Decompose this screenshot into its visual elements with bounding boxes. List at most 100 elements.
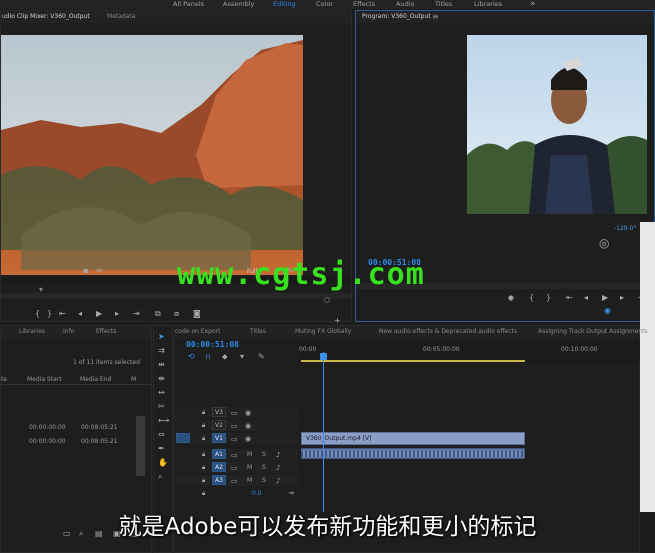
workspace-libraries[interactable]: Libraries: [474, 0, 502, 9]
prog-step-back-icon[interactable]: ◂: [584, 294, 588, 302]
slip-tool-icon[interactable]: ⟷: [158, 417, 169, 425]
slide-tool-icon[interactable]: ⇔: [158, 431, 165, 439]
timeline-settings-icon[interactable]: ▾: [240, 353, 244, 361]
lock-icon[interactable]: 🔒︎: [202, 477, 205, 485]
program-monitor-title[interactable]: Program: V360_Output: [362, 11, 431, 23]
playhead-handle[interactable]: [320, 353, 327, 360]
workspace-all-panels[interactable]: All Panels: [173, 0, 204, 9]
video-clip[interactable]: V360_Output.mp4 [V]: [301, 432, 525, 445]
zoom-tool-icon[interactable]: ⌕: [158, 473, 162, 481]
sync-lock-icon[interactable]: ▭: [231, 422, 238, 430]
lock-icon[interactable]: 🔒︎: [202, 464, 205, 472]
tab-effects[interactable]: Effects: [96, 326, 116, 338]
mark-in-icon[interactable]: {: [35, 310, 40, 318]
microphone-icon[interactable]: ♪: [276, 464, 280, 472]
column-media-start[interactable]: Media Start: [27, 376, 62, 383]
lock-icon[interactable]: 🔒︎: [202, 490, 205, 498]
sync-lock-icon[interactable]: ▭: [231, 464, 238, 472]
sync-lock-icon[interactable]: ▭: [231, 409, 238, 417]
linked-selection-icon[interactable]: ∩: [205, 353, 211, 361]
workspaces-more-icon[interactable]: »: [530, 0, 536, 9]
tab-audio-clip-mixer[interactable]: udio Clip Mixer: V360_Output: [2, 11, 90, 23]
audio-clip-a1[interactable]: [301, 448, 525, 459]
tab-new-audio-effects[interactable]: New audio effects & Deprecated audio eff…: [379, 326, 517, 338]
overwrite-icon[interactable]: ⧈: [174, 310, 179, 318]
camera-icon[interactable]: ◙: [193, 310, 201, 318]
column-date[interactable]: te: [1, 376, 7, 383]
sync-lock-icon[interactable]: ▭: [231, 477, 238, 485]
workspace-effects[interactable]: Effects: [353, 0, 375, 9]
sync-lock-icon[interactable]: ▭: [231, 435, 238, 443]
lock-icon[interactable]: 🔒︎: [202, 409, 205, 417]
solo-button[interactable]: S: [262, 451, 266, 458]
range-handle-icon[interactable]: ○: [324, 296, 330, 304]
settings-icon[interactable]: ⇔: [96, 267, 103, 275]
master-volume-value[interactable]: 0.0: [252, 490, 262, 497]
mute-button[interactable]: M: [247, 451, 252, 458]
lock-icon[interactable]: 🔒︎: [202, 435, 205, 443]
table-row[interactable]: 00:00:00:00 00:08:05:21: [1, 436, 135, 448]
timeline-timecode[interactable]: 00:00:51:08: [186, 340, 239, 349]
project-scrollbar[interactable]: [136, 416, 145, 476]
insert-icon[interactable]: ⧉: [155, 310, 161, 318]
playhead-marker-icon[interactable]: ▾: [39, 286, 43, 294]
workspace-titles[interactable]: Titles: [435, 0, 452, 9]
sync-lock-icon[interactable]: ▭: [231, 451, 238, 459]
play-icon[interactable]: ▶: [96, 310, 102, 318]
add-button-icon[interactable]: +: [334, 317, 341, 325]
zoom-icon[interactable]: ▪: [83, 267, 88, 275]
prog-play-icon[interactable]: ▶: [602, 294, 608, 302]
track-label-v1[interactable]: V1: [212, 433, 226, 443]
rate-stretch-tool-icon[interactable]: ↔: [158, 389, 165, 397]
workspace-assembly[interactable]: Assembly: [223, 0, 254, 9]
prog-mark-out-icon[interactable]: }: [546, 294, 551, 302]
solo-button[interactable]: S: [262, 464, 266, 471]
rolling-edit-tool-icon[interactable]: ⇼: [158, 375, 165, 383]
mute-button[interactable]: M: [247, 464, 252, 471]
track-label-v2[interactable]: V2: [212, 420, 226, 430]
time-ruler[interactable]: 00:00 00:05:00:00 00:10:00:00: [299, 340, 640, 362]
eye-icon[interactable]: ◉: [245, 409, 251, 417]
add-marker-icon[interactable]: ⬥: [508, 294, 514, 302]
prog-step-forward-icon[interactable]: ▸: [620, 294, 624, 302]
track-label-v3[interactable]: V3: [212, 407, 226, 417]
razor-tool-icon[interactable]: ✂: [158, 403, 165, 411]
track-label-a1[interactable]: A1: [212, 449, 226, 459]
go-to-end-icon[interactable]: ⇥: [288, 489, 294, 497]
source-scrubber[interactable]: [1, 293, 351, 299]
context-menu-strip[interactable]: [640, 222, 655, 512]
table-row[interactable]: 00:00:00:00 00:08:05:21: [1, 422, 135, 434]
selection-tool-icon[interactable]: ➤: [158, 333, 165, 341]
source-patch-v1[interactable]: [176, 433, 190, 443]
go-to-out-icon[interactable]: ⇥: [133, 310, 140, 318]
tab-metadata[interactable]: Metadata: [107, 11, 135, 23]
step-forward-icon[interactable]: ▸: [115, 310, 119, 318]
snap-icon[interactable]: ⟲: [188, 353, 195, 361]
tab-titles[interactable]: Titles: [250, 326, 266, 338]
track-select-tool-icon[interactable]: ⇉: [158, 347, 165, 355]
workspace-color[interactable]: Color: [316, 0, 333, 9]
ripple-edit-tool-icon[interactable]: ⇹: [158, 361, 165, 369]
track-label-a3[interactable]: A3: [212, 475, 226, 485]
step-back-icon[interactable]: ◂: [78, 310, 82, 318]
pen-tool-icon[interactable]: ✒: [158, 445, 165, 453]
tab-info[interactable]: Info: [63, 326, 74, 338]
go-to-in-icon[interactable]: ⇤: [59, 310, 66, 318]
workspace-editing[interactable]: Editing: [273, 0, 296, 9]
microphone-icon[interactable]: ♪: [276, 451, 280, 459]
column-media-end[interactable]: Media End: [80, 376, 111, 383]
lock-icon[interactable]: 🔒︎: [202, 422, 205, 430]
tab-track-output[interactable]: Assigning Track Output Assignments: [538, 326, 648, 338]
mark-out-icon[interactable]: }: [47, 310, 52, 318]
track-label-a2[interactable]: A2: [212, 462, 226, 472]
prog-go-to-in-icon[interactable]: ⇤: [566, 294, 573, 302]
mute-button[interactable]: M: [247, 477, 252, 484]
prog-mark-in-icon[interactable]: {: [529, 294, 534, 302]
timeline-wrench-icon[interactable]: ✎: [258, 353, 265, 361]
microphone-icon[interactable]: ♪: [276, 477, 280, 485]
tab-libraries[interactable]: Libraries: [19, 326, 45, 338]
eye-icon[interactable]: ◉: [245, 435, 251, 443]
add-marker-timeline-icon[interactable]: ⬥: [222, 353, 228, 361]
vr-dial-icon[interactable]: ◎: [599, 237, 609, 249]
panel-menu-icon[interactable]: ≡: [432, 11, 439, 23]
